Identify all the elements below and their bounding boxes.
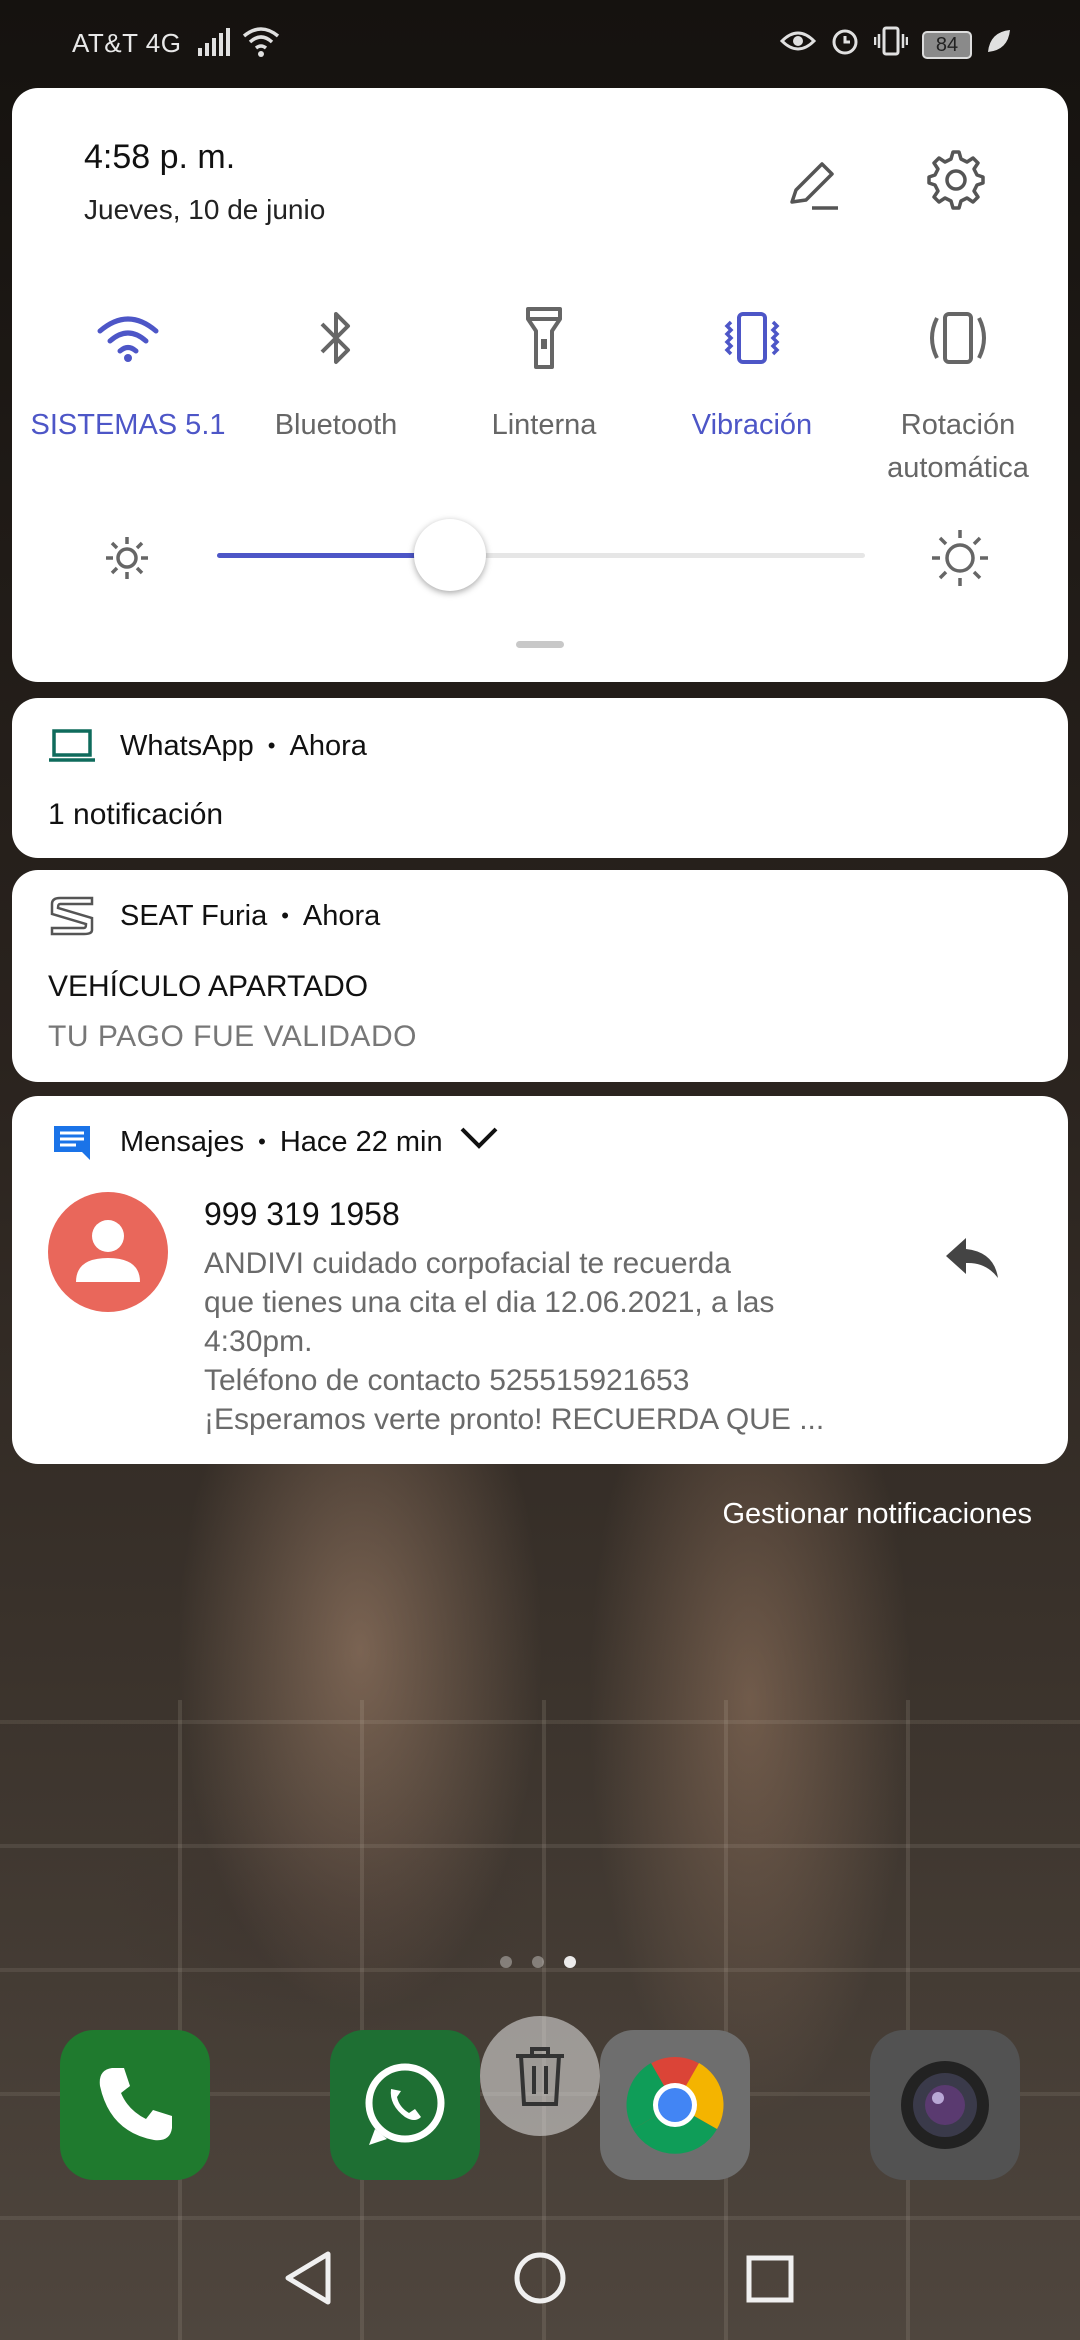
- eye-icon: [779, 28, 817, 61]
- notification-time: Hace 22 min: [279, 1125, 443, 1158]
- tile-auto-rotate-label: Rotación automática: [887, 409, 1029, 484]
- tile-bluetooth[interactable]: Bluetooth: [232, 298, 440, 447]
- notification-app-name: Mensajes: [120, 1125, 245, 1158]
- rotation-icon: [854, 298, 1062, 378]
- camera-icon: [901, 2061, 989, 2149]
- carrier-label: AT&T 4G: [72, 28, 182, 58]
- tile-wifi[interactable]: SISTEMAS 5.1: [24, 298, 232, 447]
- reply-icon[interactable]: [942, 1234, 1002, 1287]
- bluetooth-icon: [232, 298, 440, 378]
- notification-header: SEAT Furia • Ahora: [48, 896, 380, 936]
- tile-flashlight-label: Linterna: [491, 409, 597, 441]
- notification-app-name: SEAT Furia: [120, 899, 268, 932]
- battery-icon: 84: [922, 30, 972, 59]
- signal-icon: [198, 28, 232, 63]
- notification-time: Ahora: [289, 729, 367, 762]
- clock-time: 4:58 p. m.: [84, 138, 236, 176]
- laptop-icon: [48, 726, 96, 766]
- whatsapp-icon: [365, 2063, 445, 2145]
- wifi-icon: [24, 298, 232, 378]
- chrome-app[interactable]: [600, 2030, 750, 2180]
- recents-button[interactable]: [745, 2254, 795, 2309]
- seat-logo-icon: [48, 896, 96, 936]
- quick-settings-panel: 4:58 p. m. Jueves, 10 de junio SISTEMAS …: [12, 88, 1068, 682]
- tile-vibration-label: Vibración: [691, 409, 813, 441]
- notification-header: WhatsApp • Ahora: [48, 726, 367, 766]
- brightness-low-icon: [102, 533, 152, 588]
- message-line: ANDIVI cuidado corpofacial te recuerda: [204, 1247, 731, 1280]
- message-sender: 999 319 1958: [204, 1196, 400, 1232]
- notification-title: 1 notificación: [48, 798, 224, 831]
- phone-icon: [99, 2068, 172, 2141]
- tile-vibration[interactable]: Vibración: [648, 298, 856, 447]
- page-indicator: [500, 1956, 576, 1968]
- wifi-icon: [242, 24, 280, 65]
- message-body: ANDIVI cuidado corpofacial te recuerda q…: [204, 1244, 844, 1439]
- notification-seat-furia[interactable]: SEAT Furia • Ahora VEHÍCULO APARTADO TU …: [12, 870, 1068, 1082]
- settings-gear-icon[interactable]: [924, 148, 988, 212]
- message-line: que tienes una cita el dia 12.06.2021, a…: [204, 1286, 775, 1319]
- panel-drag-handle[interactable]: [516, 641, 564, 648]
- clock-date: Jueves, 10 de junio: [84, 194, 326, 225]
- alarm-icon: [830, 26, 860, 63]
- chevron-down-icon[interactable]: [459, 1125, 499, 1159]
- notification-subtitle: TU PAGO FUE VALIDADO: [48, 1020, 417, 1053]
- brightness-high-icon: [930, 528, 990, 593]
- tile-bluetooth-label: Bluetooth: [274, 409, 398, 441]
- notification-mensajes[interactable]: Mensajes • Hace 22 min 999 319 1958 ANDI…: [12, 1096, 1068, 1464]
- trash-icon[interactable]: [480, 2016, 600, 2136]
- chrome-icon: [626, 2057, 724, 2154]
- whatsapp-app[interactable]: [330, 2030, 480, 2180]
- tile-auto-rotate[interactable]: Rotación automática: [854, 298, 1062, 490]
- manage-notifications-button[interactable]: Gestionar notificaciones: [723, 1498, 1033, 1531]
- status-bar: AT&T 4G 84: [0, 0, 1080, 88]
- avatar: [48, 1192, 168, 1312]
- message-line: ¡Esperamos verte pronto! RECUERDA QUE ..…: [204, 1403, 825, 1436]
- vibrate-icon: [648, 298, 856, 378]
- phone-app[interactable]: [60, 2030, 210, 2180]
- vibrate-icon: [873, 26, 909, 63]
- brightness-thumb[interactable]: [414, 519, 487, 591]
- flashlight-icon: [440, 298, 648, 378]
- notification-whatsapp[interactable]: WhatsApp • Ahora 1 notificación: [12, 698, 1068, 858]
- message-line: 4:30pm.: [204, 1325, 313, 1358]
- tile-wifi-label: SISTEMAS 5.1: [30, 409, 226, 441]
- message-line: Teléfono de contacto 525515921653: [204, 1364, 690, 1397]
- leaf-icon: [986, 28, 1012, 61]
- navigation-bar: [0, 2222, 1080, 2340]
- home-button[interactable]: [512, 2250, 568, 2311]
- camera-app[interactable]: [870, 2030, 1020, 2180]
- tile-flashlight[interactable]: Linterna: [440, 298, 648, 447]
- edit-pencil-icon[interactable]: [782, 154, 842, 214]
- brightness-slider[interactable]: [217, 519, 865, 591]
- notification-title: VEHÍCULO APARTADO: [48, 970, 369, 1003]
- messages-icon: [48, 1122, 96, 1162]
- notification-header: Mensajes • Hace 22 min: [48, 1122, 499, 1162]
- notification-time: Ahora: [302, 899, 381, 932]
- notification-app-name: WhatsApp: [120, 729, 254, 762]
- back-button[interactable]: [282, 2250, 334, 2311]
